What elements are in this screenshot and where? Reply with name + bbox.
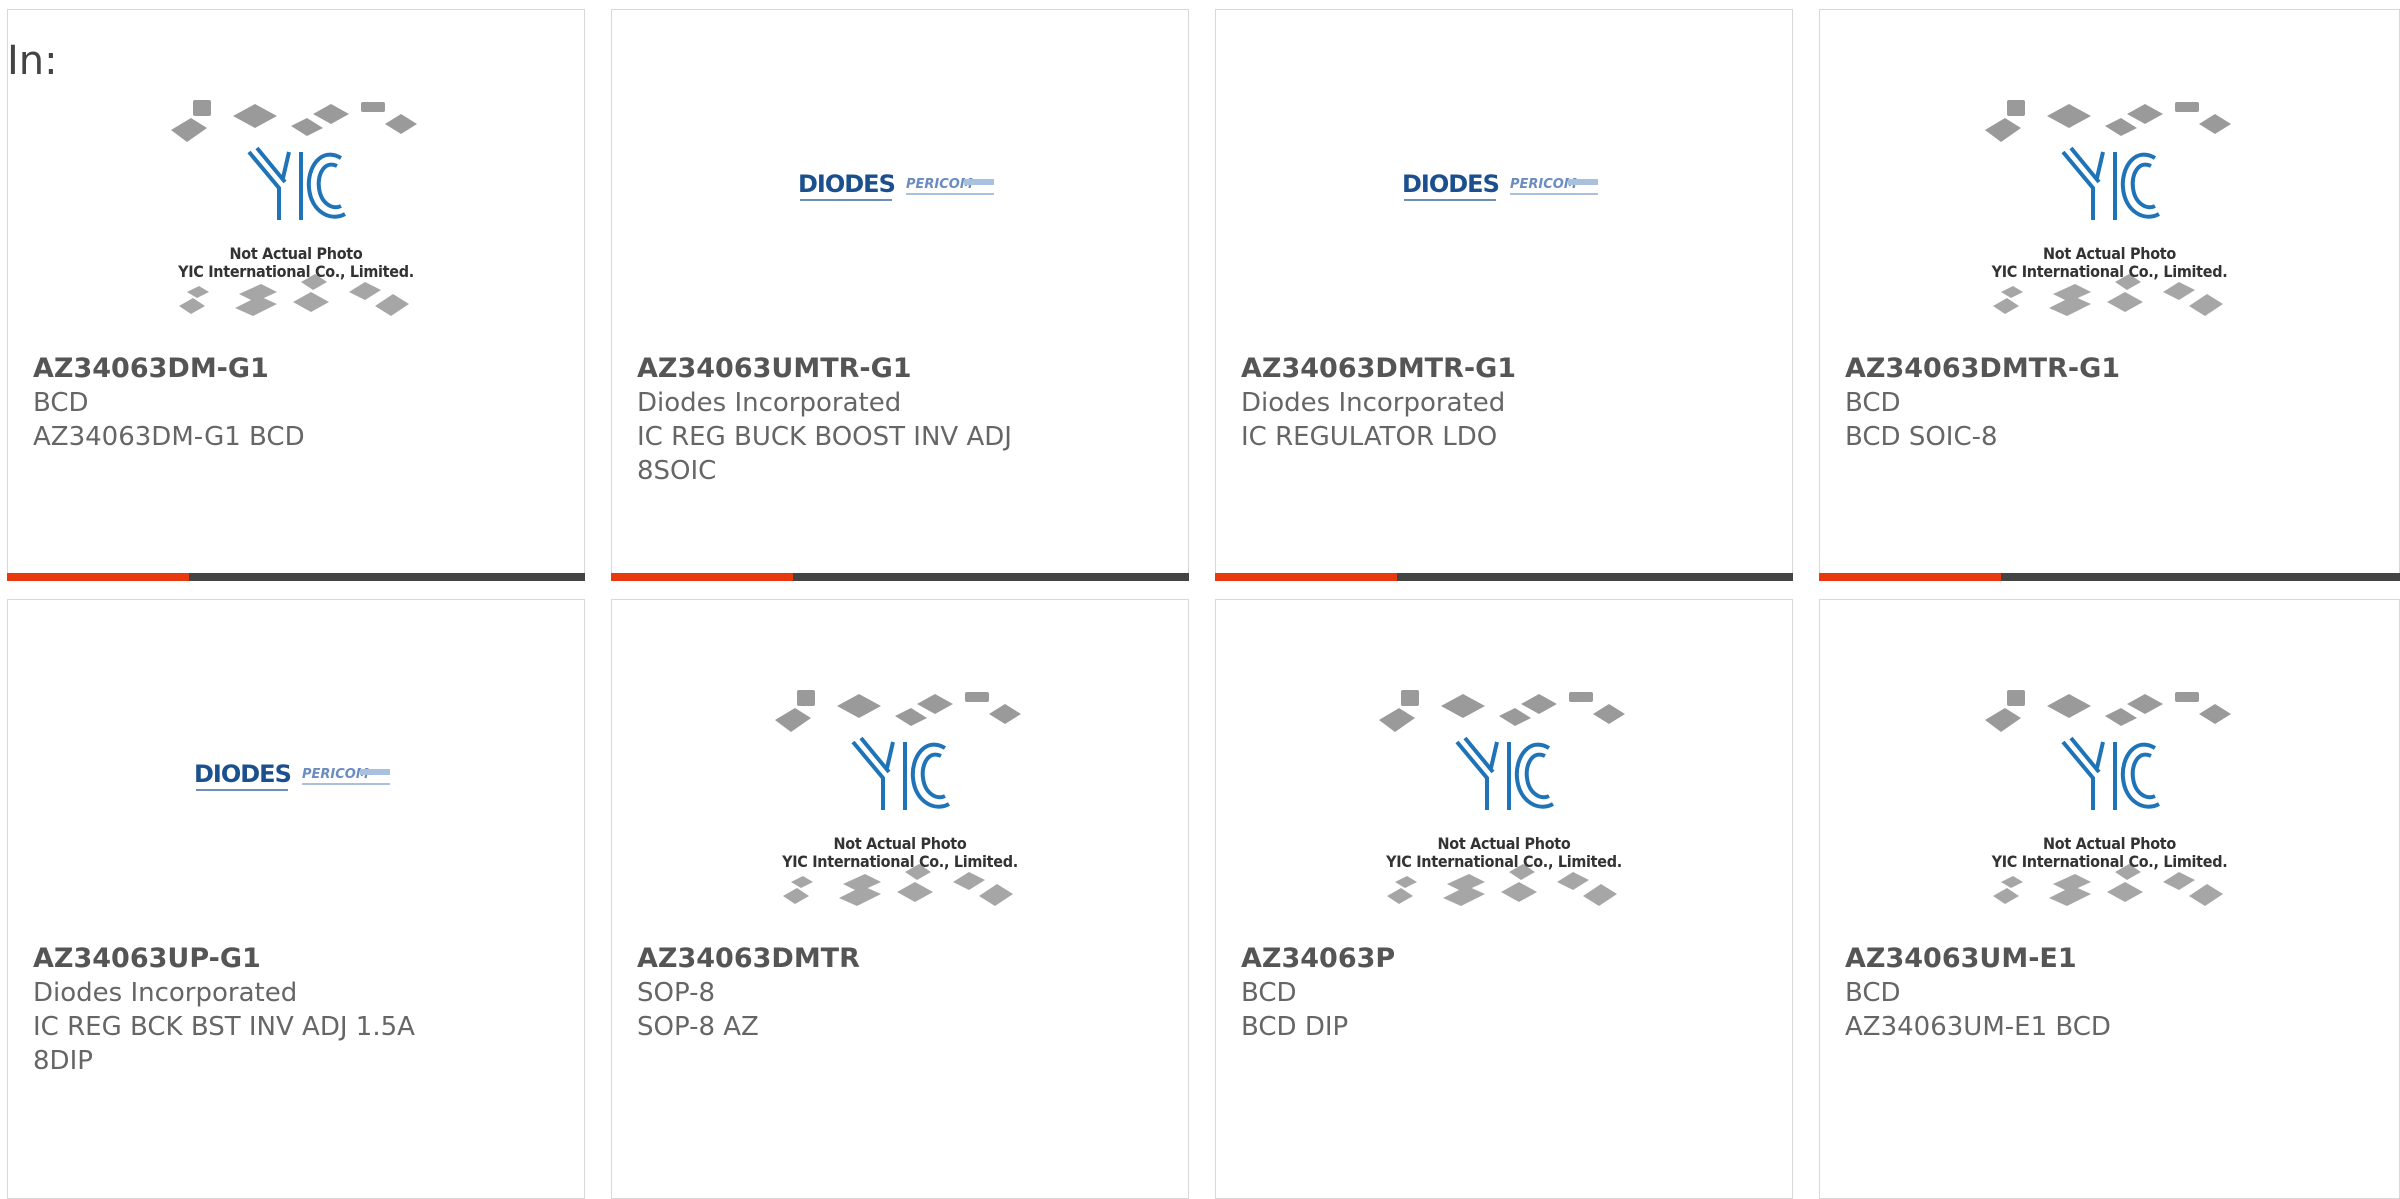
product-info: AZ34063DMTR-G1 Diodes Incorporated IC RE…: [1241, 352, 1767, 454]
manufacturer: BCD: [1845, 388, 1901, 418]
manufacturer: SOP-8: [637, 978, 715, 1008]
product-card[interactable]: DIODES PERICOM AZ34063UMTR-G1 Diodes Inc…: [611, 9, 1189, 581]
card-bottom-bar: [1215, 573, 1793, 581]
product-image[interactable]: DIODES PERICOM: [8, 600, 584, 940]
part-number-link[interactable]: AZ34063DMTR: [637, 942, 1163, 976]
diodes-pericom-logo: DIODES PERICOM: [194, 760, 398, 800]
description: AZ34063UM-E1 BCD: [1845, 1012, 2111, 1042]
product-image[interactable]: Not Actual Photo YIC International Co., …: [612, 600, 1188, 940]
placeholder-line-1: Not Actual Photo: [833, 834, 967, 853]
card-bottom-bar: [7, 573, 585, 581]
product-image[interactable]: Not Actual Photo YIC International Co., …: [1820, 10, 2399, 350]
product-image[interactable]: DIODES PERICOM: [612, 10, 1188, 350]
description: IC REG BUCK BOOST INV ADJ 8SOIC: [637, 422, 1012, 486]
placeholder-line-2: YIC International Co., Limited.: [782, 852, 1018, 871]
yic-placeholder-image: Not Actual Photo YIC International Co., …: [165, 96, 427, 336]
product-info: AZ34063DM-G1 BCD AZ34063DM-G1 BCD: [33, 352, 559, 454]
manufacturer: Diodes Incorporated: [637, 388, 902, 418]
placeholder-line-1: Not Actual Photo: [229, 244, 363, 263]
description: AZ34063DM-G1 BCD: [33, 422, 305, 452]
product-info: AZ34063P BCD BCD DIP: [1241, 942, 1767, 1044]
card-accent: [1215, 573, 1397, 581]
product-card[interactable]: Not Actual Photo YIC International Co., …: [1819, 9, 2400, 581]
product-info: AZ34063UP-G1 Diodes Incorporated IC REG …: [33, 942, 559, 1078]
product-info: AZ34063DMTR SOP-8 SOP-8 AZ: [637, 942, 1163, 1044]
yic-placeholder-image: Not Actual Photo YIC International Co., …: [1979, 96, 2241, 336]
manufacturer: BCD: [1845, 978, 1901, 1008]
part-number-link[interactable]: AZ34063P: [1241, 942, 1767, 976]
product-grid: Not Actual Photo YIC International Co., …: [7, 9, 2400, 1199]
product-image[interactable]: Not Actual Photo YIC International Co., …: [1216, 600, 1792, 940]
diodes-pericom-logo: DIODES PERICOM: [798, 170, 1002, 210]
yic-placeholder-image: Not Actual Photo YIC International Co., …: [1979, 686, 2241, 926]
placeholder-line-1: Not Actual Photo: [2043, 834, 2176, 853]
card-accent: [7, 573, 189, 581]
yic-placeholder-image: Not Actual Photo YIC International Co., …: [769, 686, 1031, 926]
placeholder-line-2: YIC International Co., Limited.: [1991, 852, 2228, 871]
manufacturer: Diodes Incorporated: [33, 978, 298, 1008]
product-image[interactable]: Not Actual Photo YIC International Co., …: [1820, 600, 2399, 940]
manufacturer: Diodes Incorporated: [1241, 388, 1506, 418]
description: IC REGULATOR LDO: [1241, 422, 1498, 452]
diodes-logo-text: DIODES: [1402, 170, 1500, 198]
description: BCD SOIC-8: [1845, 422, 1998, 452]
product-info: AZ34063UMTR-G1 Diodes Incorporated IC RE…: [637, 352, 1163, 488]
card-bottom-bar: [611, 573, 1189, 581]
description: SOP-8 AZ: [637, 1012, 759, 1042]
description: BCD DIP: [1241, 1012, 1349, 1042]
product-card[interactable]: Not Actual Photo YIC International Co., …: [1819, 599, 2400, 1199]
product-card[interactable]: DIODES PERICOM AZ34063DMTR-G1 Diodes Inc…: [1215, 9, 1793, 581]
product-info: AZ34063UM-E1 BCD AZ34063UM-E1 BCD: [1845, 942, 2374, 1044]
pericom-logo-text: PERICOM: [1510, 177, 1577, 192]
diodes-pericom-logo: DIODES PERICOM: [1402, 170, 1606, 210]
card-accent: [611, 573, 793, 581]
yic-placeholder-image: Not Actual Photo YIC International Co., …: [1373, 686, 1635, 926]
product-image[interactable]: DIODES PERICOM: [1216, 10, 1792, 350]
pericom-logo-text: PERICOM: [906, 177, 973, 192]
description: IC REG BCK BST INV ADJ 1.5A 8DIP: [33, 1012, 415, 1076]
in-label: In:: [7, 38, 58, 84]
pericom-logo-text: PERICOM: [302, 767, 369, 782]
manufacturer: BCD: [33, 388, 89, 418]
card-accent: [1819, 573, 2001, 581]
part-number-link[interactable]: AZ34063UMTR-G1: [637, 352, 1163, 386]
product-card[interactable]: DIODES PERICOM AZ34063UP-G1 Diodes Incor…: [7, 599, 585, 1199]
part-number-link[interactable]: AZ34063DMTR-G1: [1845, 352, 2374, 386]
product-card[interactable]: Not Actual Photo YIC International Co., …: [1215, 599, 1793, 1199]
product-image[interactable]: Not Actual Photo YIC International Co., …: [8, 10, 584, 350]
part-number-link[interactable]: AZ34063UP-G1: [33, 942, 559, 976]
manufacturer: BCD: [1241, 978, 1297, 1008]
placeholder-line-1: Not Actual Photo: [2043, 244, 2176, 263]
product-card[interactable]: Not Actual Photo YIC International Co., …: [611, 599, 1189, 1199]
part-number-link[interactable]: AZ34063UM-E1: [1845, 942, 2374, 976]
placeholder-line-2: YIC International Co., Limited.: [178, 262, 414, 281]
placeholder-line-1: Not Actual Photo: [1437, 834, 1571, 853]
diodes-logo-text: DIODES: [194, 760, 292, 788]
part-number-link[interactable]: AZ34063DMTR-G1: [1241, 352, 1767, 386]
placeholder-line-2: YIC International Co., Limited.: [1386, 852, 1622, 871]
card-bottom-bar: [1819, 573, 2400, 581]
placeholder-line-2: YIC International Co., Limited.: [1991, 262, 2228, 281]
product-info: AZ34063DMTR-G1 BCD BCD SOIC-8: [1845, 352, 2374, 454]
diodes-logo-text: DIODES: [798, 170, 896, 198]
product-card[interactable]: Not Actual Photo YIC International Co., …: [7, 9, 585, 581]
part-number-link[interactable]: AZ34063DM-G1: [33, 352, 559, 386]
